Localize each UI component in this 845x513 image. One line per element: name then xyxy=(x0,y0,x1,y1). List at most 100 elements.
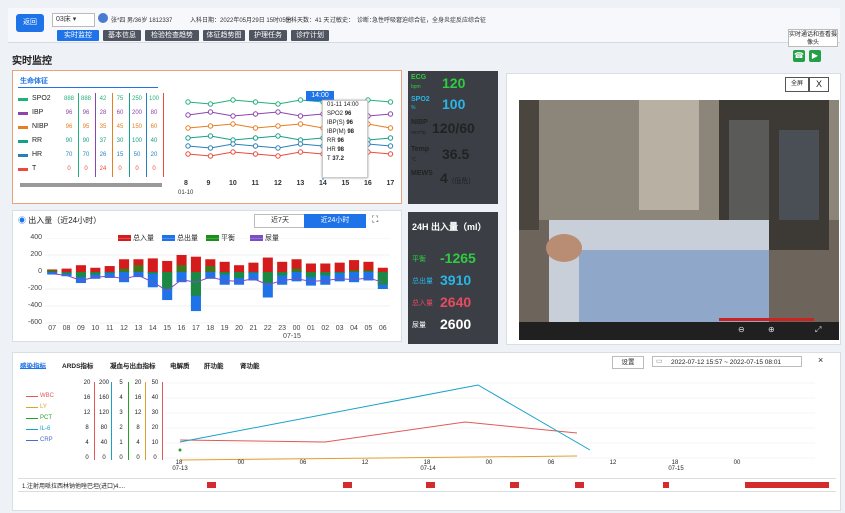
last-7-days-button[interactable]: 近7天 xyxy=(254,214,306,228)
axis-tick: 16 xyxy=(83,395,91,401)
tab-lab-trend[interactable]: 检验检查趋势 xyxy=(145,30,199,41)
vital-cell: 26 xyxy=(99,152,107,158)
axis-line xyxy=(145,382,146,460)
x-tick: 00 xyxy=(485,460,493,466)
fullscreen-button[interactable]: 全屏 xyxy=(785,77,809,92)
camera-feed xyxy=(519,100,839,340)
expand-view-icon[interactable]: ⤢ xyxy=(815,325,821,335)
tab-basic-info[interactable]: 基本信息 xyxy=(103,30,141,41)
phone-icon[interactable]: ☎ xyxy=(793,50,805,62)
y-tick: 400 xyxy=(30,234,42,241)
x-tick: 19 xyxy=(220,325,229,332)
trend-point xyxy=(207,145,214,151)
trend-point xyxy=(230,97,236,103)
bar-intake xyxy=(162,260,173,272)
back-button[interactable]: 返回 xyxy=(16,14,44,32)
expand-icon[interactable]: ⛶ xyxy=(372,214,378,225)
vital-cell: 0 xyxy=(67,166,71,172)
tab-realtime[interactable]: 实时监控 xyxy=(57,30,99,41)
il6-line xyxy=(179,384,591,451)
trend-point xyxy=(252,143,259,149)
trend-point xyxy=(185,151,191,157)
io24-value: 2640 xyxy=(440,294,472,310)
tab-vital-trend[interactable]: 体征趋势图 xyxy=(203,30,245,41)
vital-signs-title[interactable]: 生命体征 xyxy=(20,76,48,86)
x-tick: 04 xyxy=(350,325,358,332)
axis-tick: 0 xyxy=(153,455,157,461)
x-tick: 20 xyxy=(235,325,243,332)
bar-intake xyxy=(104,266,115,272)
axis-tick: 30 xyxy=(151,410,159,416)
task-bar xyxy=(745,482,829,488)
zoom-out-icon[interactable]: ⊖ xyxy=(738,325,745,334)
vital-cell: 888 xyxy=(63,96,74,102)
trend-point xyxy=(252,111,259,117)
x-tick: 05 xyxy=(364,325,373,332)
tab-indicator[interactable]: 凝血与出血指标 xyxy=(110,360,156,370)
bar-balance xyxy=(176,265,187,272)
radio-icon: ◉ xyxy=(18,216,26,225)
bar-intake xyxy=(219,261,230,272)
lab-trend-chart xyxy=(165,382,815,461)
vital-cell: 60 xyxy=(116,110,124,116)
tooltip-title: 01-11 14:00 xyxy=(327,102,359,108)
tab-nursing-task[interactable]: 护理任务 xyxy=(249,30,287,41)
axis-tick: 3 xyxy=(119,410,123,416)
x-tick: 13 xyxy=(134,325,143,332)
bar-balance xyxy=(147,272,158,274)
trend-point xyxy=(185,99,191,105)
io24-title: 24H 出入量（ml） xyxy=(412,222,487,232)
close-icon[interactable]: × xyxy=(818,355,823,365)
axis-tick: 4 xyxy=(85,440,89,446)
x-date: 07-13 xyxy=(172,466,188,472)
time-tick: 11 xyxy=(251,180,259,187)
video-camera-icon[interactable]: ▶ xyxy=(809,50,821,62)
last-24h-button[interactable]: 近24小时 xyxy=(304,214,366,228)
y-tick: -600 xyxy=(27,319,42,326)
time-tick: 8 xyxy=(184,180,188,187)
trend-point xyxy=(275,133,281,139)
vital-cell: 40 xyxy=(150,138,158,144)
vital-cell: 35 xyxy=(99,124,107,130)
settings-button[interactable]: 设置 xyxy=(612,356,644,369)
x-tick: 06 xyxy=(378,325,387,332)
time-tick: 12 xyxy=(274,180,282,187)
axis-tick: 50 xyxy=(151,380,159,386)
close-video-button[interactable]: X xyxy=(809,77,829,92)
trend-point xyxy=(207,109,214,115)
task-bar xyxy=(663,482,669,488)
tab-indicator[interactable]: 肾功能 xyxy=(240,360,260,370)
vital-cell: 100 xyxy=(131,138,142,144)
zoom-in-icon[interactable]: ⊕ xyxy=(768,325,775,334)
axis-tick: 120 xyxy=(98,410,109,416)
axis-tick: 160 xyxy=(98,395,109,401)
tab-indicator[interactable]: 肝功能 xyxy=(204,360,224,370)
bar-balance xyxy=(305,272,316,278)
tab-indicator[interactable]: 电解质 xyxy=(170,360,190,370)
column-divider xyxy=(95,93,96,177)
y-tick: 0 xyxy=(38,268,42,275)
axis-line xyxy=(111,382,112,460)
vital-cell: 20 xyxy=(150,152,158,158)
trend-point xyxy=(387,143,394,149)
date-range-picker[interactable]: 2022-07-12 15:57 ~ 2022-07-15 08:01 xyxy=(652,356,802,367)
column-divider xyxy=(146,93,147,177)
axis-line xyxy=(128,382,129,460)
tab-treatment-plan[interactable]: 诊疗计划 xyxy=(291,30,329,41)
mews-value: 4 xyxy=(440,170,448,186)
tab-indicator[interactable]: ARDS指标 xyxy=(62,360,93,370)
bed-select[interactable]: 03床 ▾ xyxy=(52,13,95,27)
scroll-track[interactable] xyxy=(20,183,162,187)
call-camera-button[interactable]: 实时通话和查看摄像头 xyxy=(788,29,838,47)
patient-info: 张*四 男/36岁 1812337 xyxy=(111,18,173,24)
vital-cell: 24 xyxy=(99,166,107,172)
legend-swatch xyxy=(18,154,28,157)
vital-cell: 60 xyxy=(150,124,158,130)
time-tick: 9 xyxy=(206,180,211,187)
temp-value: 36.5 xyxy=(442,146,470,162)
x-tick: 17 xyxy=(192,325,200,332)
x-tick: 00 xyxy=(237,460,245,466)
vital-cell: 90 xyxy=(65,138,73,144)
bar-balance xyxy=(291,268,302,272)
trend-point xyxy=(252,151,259,157)
